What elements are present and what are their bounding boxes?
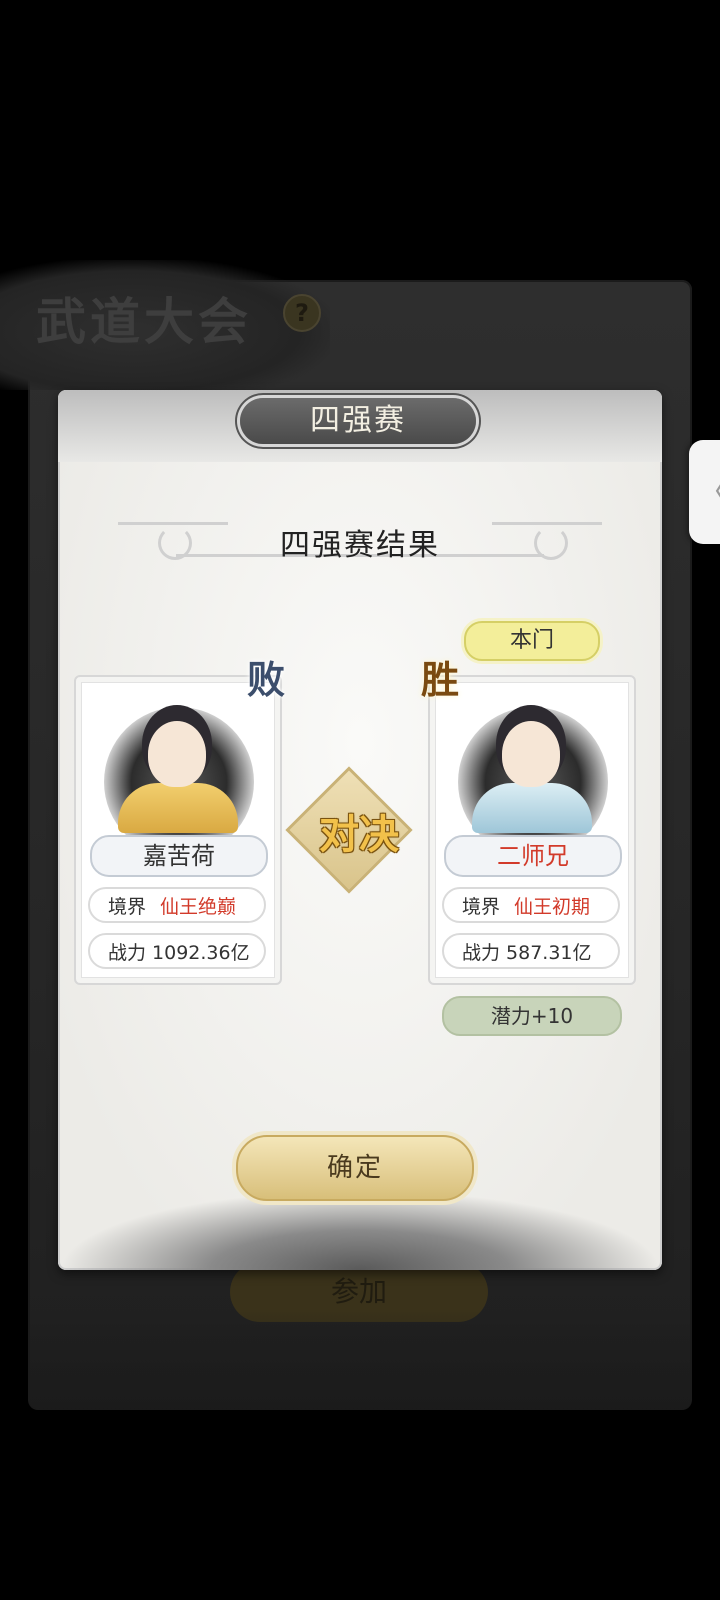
result-dialog: 四强赛 四强赛结果 嘉苦荷 境界 仙王绝巅 战力 1092.36亿 败 对决 本门… — [58, 390, 662, 1270]
right-player-realm: 境界 仙王初期 — [442, 887, 620, 923]
help-icon[interactable]: ? — [283, 294, 321, 332]
realm-label: 境界 — [462, 896, 501, 918]
realm-value: 仙王初期 — [514, 896, 591, 918]
lose-mark: 败 — [246, 657, 285, 702]
dialog-bottom-ink-decoration — [58, 1190, 662, 1270]
win-mark: 胜 — [420, 657, 459, 702]
confirm-button[interactable]: 确定 — [236, 1135, 474, 1201]
right-player-portrait — [472, 783, 592, 833]
left-player-power: 战力 1092.36亿 — [88, 933, 266, 969]
left-player-face — [148, 721, 206, 787]
realm-label: 境界 — [108, 896, 147, 918]
background-bottom-cloud — [28, 1310, 692, 1410]
realm-value: 仙王绝巅 — [160, 896, 237, 918]
background-title: 武道大会 — [36, 292, 252, 351]
left-player-realm: 境界 仙王绝巅 — [88, 887, 266, 923]
right-player-power: 战力 587.31亿 — [442, 933, 620, 969]
right-player-name: 二师兄 — [444, 835, 622, 877]
left-player-name: 嘉苦荷 — [90, 835, 268, 877]
right-player-face — [502, 721, 560, 787]
side-drawer-handle[interactable]: 〈 — [689, 440, 720, 544]
left-player-portrait — [118, 783, 238, 833]
right-player-card[interactable]: 二师兄 境界 仙王初期 战力 587.31亿 — [428, 675, 636, 985]
vs-label: 对决 — [319, 811, 399, 858]
sect-tag: 本门 — [464, 621, 600, 661]
result-heading: 四强赛结果 — [280, 528, 440, 563]
potential-reward-badge: 潜力+10 — [442, 996, 622, 1036]
left-player-card[interactable]: 嘉苦荷 境界 仙王绝巅 战力 1092.36亿 — [74, 675, 282, 985]
dialog-title: 四强赛 — [240, 398, 476, 444]
